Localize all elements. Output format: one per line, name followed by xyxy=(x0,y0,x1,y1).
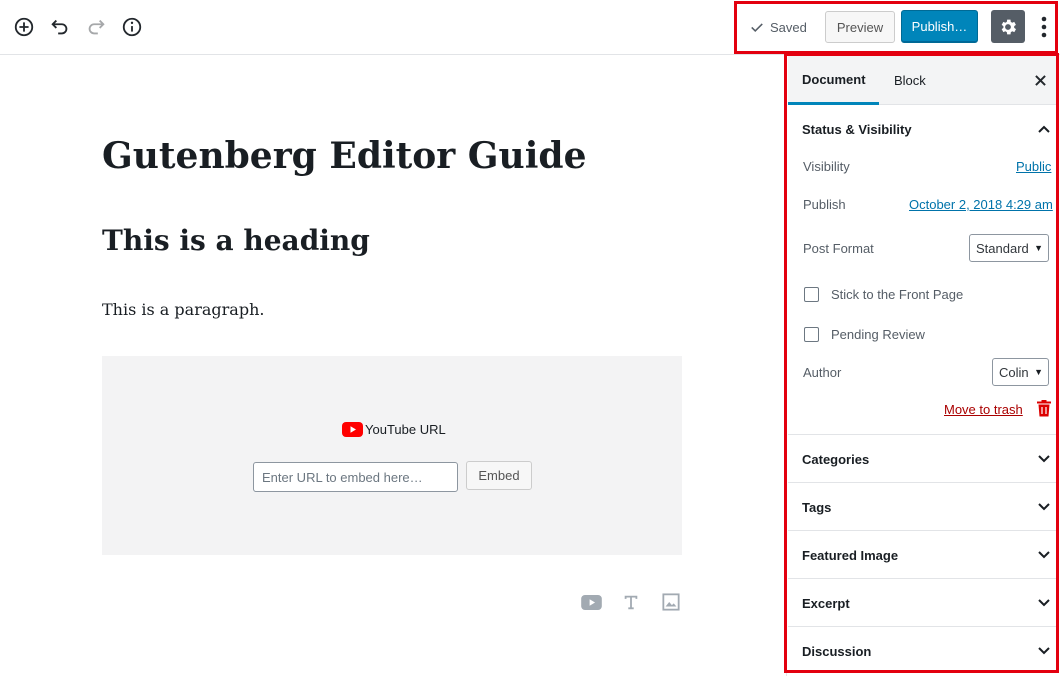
panel-tags-title[interactable]: Tags xyxy=(802,500,831,515)
embed-label: YouTube URL xyxy=(342,422,446,437)
panel-status-visibility-title[interactable]: Status & Visibility xyxy=(802,122,912,137)
panel-divider xyxy=(788,626,1057,627)
panel-discussion-title[interactable]: Discussion xyxy=(802,644,871,659)
publish-label: Publish xyxy=(803,197,846,212)
youtube-embed-block: YouTube URL Embed xyxy=(102,356,682,555)
pending-review-checkbox[interactable] xyxy=(804,327,819,342)
post-format-value: Standard xyxy=(976,240,1029,256)
publish-date-toggle[interactable]: October 2, 2018 4:29 am xyxy=(909,197,1053,212)
heading-block[interactable]: This is a heading xyxy=(102,224,370,257)
chevron-down-icon[interactable] xyxy=(1036,595,1052,611)
sidebar-tabs: Document Block xyxy=(788,56,1057,105)
chevron-down-icon[interactable] xyxy=(1036,499,1052,515)
image-inserter-icon[interactable] xyxy=(660,591,682,613)
author-label: Author xyxy=(803,365,842,380)
pending-review-label[interactable]: Pending Review xyxy=(831,327,925,342)
panel-excerpt-title[interactable]: Excerpt xyxy=(802,596,850,611)
embed-label-text: YouTube URL xyxy=(365,422,446,437)
chevron-down-icon[interactable] xyxy=(1036,547,1052,563)
stick-to-front-label[interactable]: Stick to the Front Page xyxy=(831,287,963,302)
undo-icon[interactable] xyxy=(47,14,73,40)
close-sidebar-icon[interactable] xyxy=(1032,72,1048,88)
toolbar-highlight-box xyxy=(734,1,1058,54)
redo-icon[interactable] xyxy=(83,14,109,40)
panel-divider xyxy=(788,578,1057,579)
add-block-icon[interactable] xyxy=(11,14,37,40)
visibility-label: Visibility xyxy=(803,159,850,174)
panel-featured-image-title[interactable]: Featured Image xyxy=(802,548,898,563)
post-format-label: Post Format xyxy=(803,241,874,256)
panel-divider xyxy=(788,482,1057,483)
youtube-inserter-icon[interactable] xyxy=(580,591,602,613)
author-select[interactable]: Colin ▼ xyxy=(992,358,1049,386)
paragraph-block[interactable]: This is a paragraph. xyxy=(102,300,264,319)
chevron-up-icon[interactable] xyxy=(1036,121,1052,137)
move-to-trash-link[interactable]: Move to trash xyxy=(944,402,1023,417)
info-icon[interactable] xyxy=(119,14,145,40)
youtube-icon xyxy=(342,422,363,437)
panel-categories-title[interactable]: Categories xyxy=(802,452,869,467)
stick-to-front-checkbox[interactable] xyxy=(804,287,819,302)
visibility-toggle[interactable]: Public xyxy=(1016,159,1051,174)
trash-icon[interactable] xyxy=(1036,399,1052,417)
post-title[interactable]: Gutenberg Editor Guide xyxy=(102,135,586,177)
tab-block[interactable]: Block xyxy=(894,56,926,105)
panel-divider xyxy=(788,530,1057,531)
tab-document[interactable]: Document xyxy=(788,56,879,105)
embed-button[interactable]: Embed xyxy=(466,461,532,490)
caret-down-icon: ▼ xyxy=(1034,367,1043,377)
chevron-down-icon[interactable] xyxy=(1036,451,1052,467)
author-value: Colin xyxy=(999,364,1029,380)
text-inserter-icon[interactable] xyxy=(620,591,642,613)
chevron-down-icon[interactable] xyxy=(1036,643,1052,659)
embed-url-input[interactable] xyxy=(253,462,458,492)
post-format-select[interactable]: Standard ▼ xyxy=(969,234,1049,262)
panel-divider xyxy=(788,434,1057,435)
caret-down-icon: ▼ xyxy=(1034,243,1043,253)
